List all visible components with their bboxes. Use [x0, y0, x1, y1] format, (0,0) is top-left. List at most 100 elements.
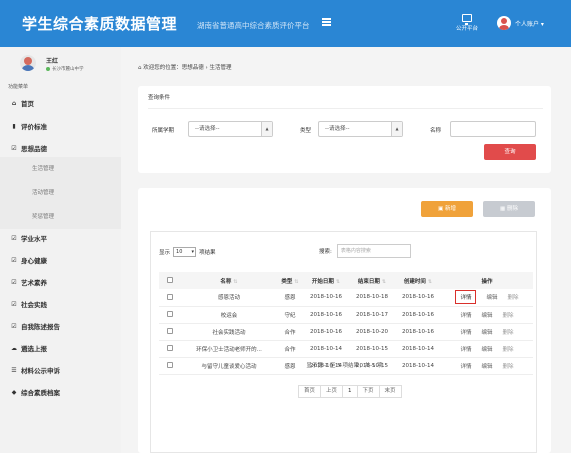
cell-created: 2018-10-16: [402, 294, 434, 301]
column-header-created[interactable]: 创建时间 ⇅: [395, 272, 441, 289]
table-header-row: 名称 ⇅ 类型 ⇅ 开始日期 ⇅ 结束日期 ⇅ 创建时间 ⇅ 操作: [159, 272, 533, 289]
user-name: 王红: [46, 58, 59, 65]
column-header-name[interactable]: 名称 ⇅: [181, 272, 277, 289]
sidebar-item-label: 身心健康: [21, 257, 47, 265]
query-button[interactable]: 查询: [484, 144, 536, 160]
breadcrumb-prefix: 欢迎您的位置：: [143, 65, 182, 71]
delete-row-button[interactable]: 删除: [503, 345, 514, 353]
edit-button[interactable]: 编辑: [481, 328, 492, 336]
cell-name: 社会实践活动: [212, 329, 246, 336]
term-label: 所属学期: [152, 128, 175, 134]
cell-type: 合作: [284, 346, 296, 353]
menu-toggle-icon[interactable]: [322, 18, 331, 26]
edit-button[interactable]: 编辑: [486, 293, 497, 301]
column-header-label: 开始日期: [311, 278, 334, 285]
delete-row-button[interactable]: 删除: [503, 311, 514, 319]
table-info: 显示第 1 至 5 项结果，共 5 项: [306, 363, 383, 369]
sidebar-item-select-report[interactable]: ☁ 遴选上报: [10, 343, 47, 354]
column-header-start[interactable]: 开始日期 ⇅: [303, 272, 349, 289]
page-length-select[interactable]: 10: [173, 247, 197, 257]
table-search-input[interactable]: 表格内容搜索: [336, 244, 411, 258]
page-length-prefix: 显示: [159, 250, 171, 256]
edit-button[interactable]: 编辑: [481, 311, 492, 319]
sidebar-item-academic[interactable]: ☑ 学业水平: [10, 233, 47, 244]
cell-actions: 详情 编辑 删除: [441, 306, 533, 323]
delete-button-label: 删除: [506, 206, 518, 212]
sidebar-item-arts[interactable]: ☑ 艺术素养: [10, 277, 47, 288]
delete-row-button[interactable]: 删除: [503, 328, 514, 336]
cell-name: 感恩活动: [217, 295, 240, 302]
cell-actions: 详情 编辑 删除: [441, 340, 533, 357]
graduation-cap-icon: ◆: [11, 388, 17, 396]
delete-row-button[interactable]: 删除: [508, 293, 519, 301]
select-all-checkbox[interactable]: [159, 272, 181, 289]
sort-icon: ⇅: [294, 278, 299, 285]
detail-button[interactable]: 详情: [460, 328, 471, 336]
table-row: 校运会 守纪 2018-10-16 2018-10-17 2018-10-16 …: [159, 306, 533, 323]
top-header: 学生综合素质数据管理 湖南省普通高中综合素质评价平台 公开平台 个人账户 ▾: [0, 0, 571, 47]
column-header-type[interactable]: 类型 ⇅: [277, 272, 303, 289]
sidebar-item-social[interactable]: ☑ 社会实践: [10, 299, 47, 310]
term-select-value: --请选择--: [195, 126, 220, 132]
sidebar-item-archive[interactable]: ◆ 综合素质档案: [10, 387, 60, 398]
sidebar-item-moral[interactable]: ☑ 思想品德: [10, 143, 47, 154]
column-header-label: 名称: [220, 278, 232, 285]
sidebar-item-appeal[interactable]: ☰ 材料公示申诉: [10, 365, 60, 376]
column-header-actions: 操作: [481, 278, 493, 285]
table-container: 显示 10 项结果 搜索: 表格内容搜索 名称⇅ 类型⇅ 开始日期⇅: [150, 231, 537, 453]
pager-page-1[interactable]: 1: [342, 385, 358, 398]
app-title: 学生综合素质数据管理: [22, 15, 178, 33]
cell-type: 合作: [284, 329, 296, 336]
type-select[interactable]: --请选择-- ▲: [318, 121, 403, 137]
sidebar-item-home[interactable]: ⌂ 首页: [10, 98, 34, 109]
sidebar-item-label: 学业水平: [21, 235, 47, 243]
row-checkbox[interactable]: [167, 294, 173, 300]
account-avatar-icon: [497, 16, 511, 30]
sort-icon: ⇅: [335, 278, 341, 285]
name-input[interactable]: [450, 121, 536, 137]
public-platform-label: 公开平台: [455, 26, 478, 32]
add-button[interactable]: ▣ 新增: [421, 201, 473, 217]
column-header-end[interactable]: 结束日期 ⇅: [349, 272, 395, 289]
row-checkbox[interactable]: [167, 328, 173, 335]
pager-first[interactable]: 首页: [298, 385, 322, 398]
sidebar-subitem-life[interactable]: 生活管理: [0, 157, 121, 181]
public-platform-link[interactable]: 公开平台: [452, 14, 482, 32]
add-icon: ▣: [438, 206, 445, 212]
account-menu[interactable]: 个人账户 ▾: [497, 16, 544, 30]
sidebar-item-self-report[interactable]: ☑ 自我陈述报告: [10, 321, 60, 332]
row-checkbox[interactable]: [167, 345, 173, 352]
book-icon: ▮: [12, 122, 16, 130]
sort-icon: ⇅: [427, 278, 433, 285]
query-panel-title: 查询条件: [148, 95, 171, 101]
breadcrumb-parent[interactable]: 思想品德: [182, 65, 204, 71]
edit-button[interactable]: 编辑: [481, 345, 492, 353]
cell-end: 2018-10-20: [356, 328, 388, 335]
column-header-label: 类型: [281, 278, 293, 285]
name-label: 名称: [430, 128, 442, 134]
detail-button[interactable]: 详情: [460, 345, 471, 353]
sidebar-item-label: 自我陈述报告: [21, 323, 60, 331]
sidebar-item-standards[interactable]: ▮ 评价标准: [10, 121, 47, 132]
table-search: 搜索: 表格内容搜索: [319, 244, 411, 258]
detail-button[interactable]: 详情: [460, 311, 471, 319]
user-avatar: [20, 55, 36, 71]
page-length-suffix: 项结果: [199, 250, 216, 256]
detail-button[interactable]: 详情: [455, 290, 477, 305]
pager-next[interactable]: 下页: [356, 385, 380, 398]
breadcrumb-current: 生活管理: [209, 65, 232, 71]
sidebar-subitem-activity[interactable]: 活动管理: [0, 181, 121, 205]
cell-start: 2018-10-16: [310, 311, 342, 318]
page-length-control: 显示 10 项结果: [159, 247, 216, 257]
row-checkbox[interactable]: [167, 311, 173, 318]
term-select[interactable]: --请选择-- ▲: [188, 121, 273, 137]
pager-last[interactable]: 末页: [378, 385, 402, 398]
pagination: 首页 上页 1 下页 末页: [298, 385, 402, 398]
delete-button[interactable]: ▦ 删除: [483, 201, 535, 217]
sidebar-subitem-reward[interactable]: 奖惩管理: [0, 205, 121, 229]
cell-created: 2018-10-16: [402, 328, 434, 335]
cell-start: 2018-10-14: [310, 345, 342, 352]
edit-icon: ☑: [11, 144, 17, 152]
pager-prev[interactable]: 上页: [320, 385, 344, 398]
sidebar-item-health[interactable]: ☑ 身心健康: [10, 255, 47, 266]
